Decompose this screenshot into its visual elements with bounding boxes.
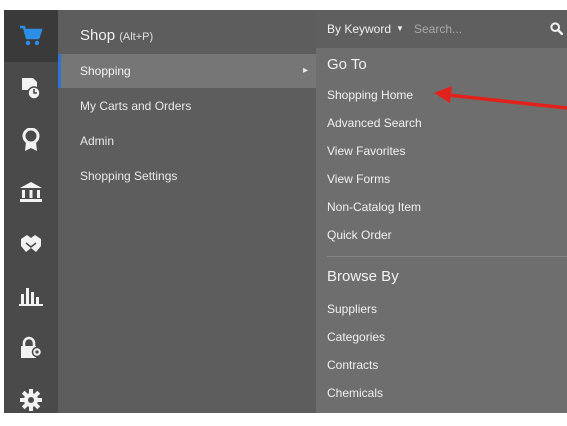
rail-settings-button[interactable] xyxy=(4,374,58,426)
document-clock-icon xyxy=(22,78,41,100)
rail-shop-button[interactable] xyxy=(4,10,58,62)
menu-item-admin[interactable]: Admin xyxy=(58,124,316,158)
menu-item-shopping[interactable]: Shopping ▸ xyxy=(58,54,316,88)
rail-contracts-button[interactable] xyxy=(4,218,58,270)
menu-title-text: Shop xyxy=(80,27,116,44)
icon-rail xyxy=(4,10,58,413)
rail-accounting-button[interactable] xyxy=(4,166,58,218)
app-frame: Shop (Alt+P) Shopping ▸ My Carts and Ord… xyxy=(0,0,567,413)
menu-title: Shop (Alt+P) xyxy=(80,27,153,44)
menu-shortcut-hint: (Alt+P) xyxy=(119,31,154,43)
menu-item-my-carts-and-orders[interactable]: My Carts and Orders xyxy=(58,89,316,123)
caret-down-icon: ▼ xyxy=(396,24,404,33)
browse-by-heading: Browse By xyxy=(327,268,399,285)
menu-item-shopping-settings[interactable]: Shopping Settings xyxy=(58,159,316,193)
handshake-icon xyxy=(21,235,41,252)
menu-item-label: Admin xyxy=(80,134,115,148)
shopping-flyout: By Keyword ▼ Go To Shopping Home Advanced… xyxy=(316,10,567,413)
goto-heading: Go To xyxy=(327,56,367,73)
link-advanced-search[interactable]: Advanced Search xyxy=(327,116,422,130)
link-view-favorites[interactable]: View Favorites xyxy=(327,144,405,158)
bank-icon xyxy=(20,182,42,202)
chevron-right-icon: ▸ xyxy=(302,65,308,76)
menu-item-label: My Carts and Orders xyxy=(80,99,192,113)
link-view-forms[interactable]: View Forms xyxy=(327,172,390,186)
search-mode-label: By Keyword xyxy=(327,22,392,36)
search-mode-dropdown[interactable]: By Keyword ▼ xyxy=(327,22,404,36)
rail-orders-button[interactable] xyxy=(4,62,58,114)
shop-menu: Shop (Alt+P) Shopping ▸ My Carts and Ord… xyxy=(58,10,316,413)
rail-reports-button[interactable] xyxy=(4,270,58,322)
link-suppliers[interactable]: Suppliers xyxy=(327,302,377,316)
search-icon[interactable] xyxy=(550,22,563,35)
rail-admin-button[interactable] xyxy=(4,322,58,374)
cart-icon xyxy=(20,25,43,46)
link-quick-order[interactable]: Quick Order xyxy=(327,228,392,242)
lock-gear-icon xyxy=(21,336,43,358)
link-categories[interactable]: Categories xyxy=(327,330,385,344)
award-ribbon-icon xyxy=(22,128,40,151)
link-chemicals[interactable]: Chemicals xyxy=(327,386,383,400)
section-divider xyxy=(327,256,567,257)
link-contracts[interactable]: Contracts xyxy=(327,358,378,372)
search-input[interactable] xyxy=(414,18,534,40)
rail-awards-button[interactable] xyxy=(4,114,58,166)
menu-item-label: Shopping Settings xyxy=(80,169,178,183)
link-shopping-home[interactable]: Shopping Home xyxy=(327,88,413,102)
link-non-catalog-item[interactable]: Non-Catalog Item xyxy=(327,200,421,214)
search-bar: By Keyword ▼ xyxy=(316,10,567,48)
menu-item-label: Shopping xyxy=(80,64,131,78)
bar-chart-icon xyxy=(19,288,43,306)
gear-icon xyxy=(20,389,42,411)
